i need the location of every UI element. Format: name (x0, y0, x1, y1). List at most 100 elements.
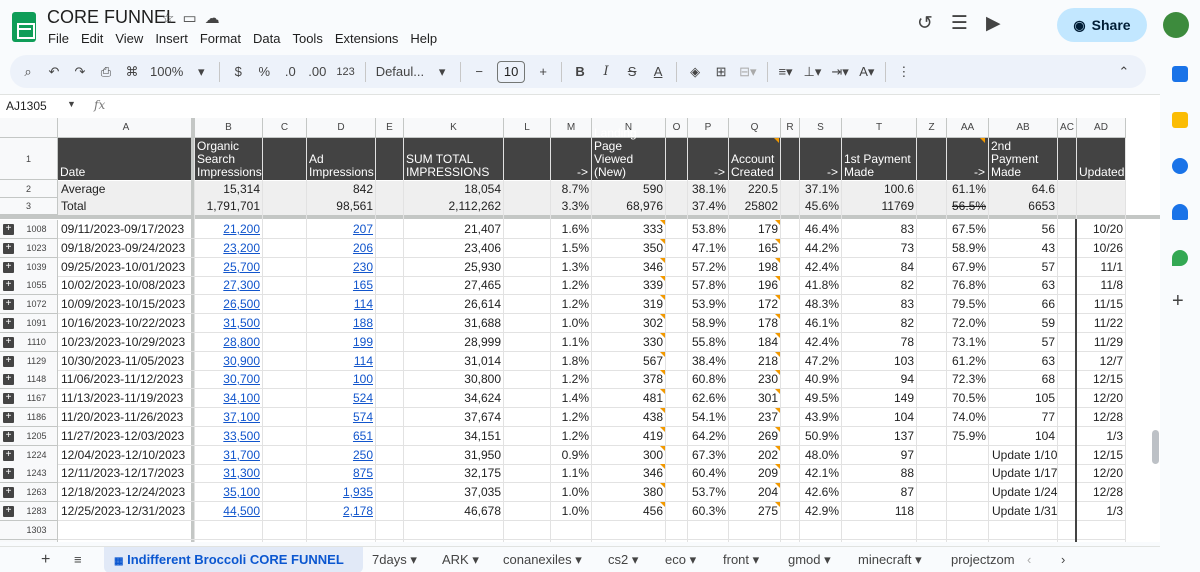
all-sheets-icon[interactable]: ≡ (74, 547, 82, 572)
cell-m[interactable]: 1.2% (551, 428, 592, 445)
tab-minecraft[interactable]: minecraft ▾ (858, 547, 922, 572)
cell-a[interactable]: 11/13/2023-11/19/2023 (58, 390, 195, 407)
cell-q[interactable]: 165 (729, 240, 781, 257)
cell-ab[interactable]: 63 (989, 353, 1058, 370)
cell-k[interactable]: 32,175 (404, 465, 504, 482)
tab-ark[interactable]: ARK ▾ (442, 547, 479, 572)
cell-link[interactable]: 44,500 (223, 504, 260, 518)
sheets-logo-icon[interactable] (12, 12, 36, 42)
cell-t[interactable]: 118 (842, 503, 917, 520)
cell-q[interactable]: 178 (729, 315, 781, 332)
cell-ad[interactable]: 1/3 (1077, 503, 1126, 520)
cell-d[interactable]: 1,935 (307, 484, 376, 501)
cell-ad[interactable]: 12/20 (1077, 390, 1126, 407)
cell-k[interactable]: 31,950 (404, 447, 504, 464)
cell-t[interactable]: 78 (842, 334, 917, 351)
column-header-o[interactable]: O (666, 118, 688, 138)
increase-font-size-icon[interactable]: + (535, 61, 551, 83)
average-cell-d[interactable]: 842 (307, 181, 376, 198)
horizontal-align-icon[interactable]: ≡▾ (778, 61, 794, 83)
cell-ad[interactable]: 12/20 (1077, 465, 1126, 482)
cell-t[interactable]: 84 (842, 259, 917, 276)
cell-t[interactable]: 82 (842, 277, 917, 294)
cell-link[interactable]: 207 (353, 222, 373, 236)
print-icon[interactable]: ⎙ (98, 61, 114, 83)
average-cell-ab[interactable]: 64.6 (989, 181, 1058, 198)
chevron-down-icon[interactable]: ▾ (434, 61, 450, 83)
cell-ab[interactable]: 56 (989, 221, 1058, 238)
header-cell-ad[interactable]: Updated (1077, 138, 1126, 180)
cell-m[interactable]: 0.9% (551, 447, 592, 464)
tab-eco[interactable]: eco ▾ (665, 547, 696, 572)
cell-d[interactable]: 875 (307, 465, 376, 482)
header-cell-c[interactable] (263, 138, 307, 180)
column-header-ab[interactable]: AB (989, 118, 1058, 138)
header-cell-o[interactable] (666, 138, 688, 180)
chevron-down-icon[interactable]: ▼ (67, 99, 76, 109)
cell-s[interactable]: 47.2% (800, 353, 842, 370)
cell-b[interactable]: 25,700 (195, 259, 263, 276)
keep-icon[interactable] (1172, 112, 1188, 128)
cell-link[interactable]: 188 (353, 316, 373, 330)
scroll-tabs-right-icon[interactable]: › (1061, 547, 1065, 572)
cell-ad[interactable]: 11/8 (1077, 277, 1126, 294)
cell-t[interactable]: 73 (842, 240, 917, 257)
menu-edit[interactable]: Edit (81, 30, 111, 47)
cell-q[interactable]: 202 (729, 447, 781, 464)
expand-group-icon[interactable]: + (3, 393, 14, 404)
collapse-toolbar-icon[interactable]: ⌃ (1116, 61, 1132, 83)
cell-b[interactable]: 31,500 (195, 315, 263, 332)
paint-format-icon[interactable]: ⌘ (124, 61, 140, 83)
column-header-e[interactable]: E (376, 118, 404, 138)
currency-format-button[interactable]: $ (230, 61, 246, 83)
header-cell-ac[interactable] (1058, 138, 1077, 180)
cell-ab[interactable]: Update 1/31 (989, 503, 1058, 520)
redo-icon[interactable]: ↷ (72, 61, 88, 83)
cell-d[interactable]: 114 (307, 296, 376, 313)
cell-ad[interactable]: 12/15 (1077, 447, 1126, 464)
increase-decimal-button[interactable]: .00 (308, 61, 326, 83)
column-header-q[interactable]: Q (729, 118, 781, 138)
menu-extensions[interactable]: Extensions (335, 30, 407, 47)
cell-link[interactable]: 250 (353, 448, 373, 462)
expand-group-icon[interactable]: + (3, 374, 14, 385)
cell-ad[interactable]: 11/29 (1077, 334, 1126, 351)
cell-link[interactable]: 651 (353, 429, 373, 443)
average-cell-s[interactable]: 37.1% (800, 181, 842, 198)
cell-n[interactable]: 380 (592, 484, 666, 501)
cell-aa[interactable]: 76.8% (947, 277, 989, 294)
cell-link[interactable]: 230 (353, 260, 373, 274)
cell-d[interactable]: 165 (307, 277, 376, 294)
tasks-icon[interactable] (1172, 158, 1188, 174)
expand-group-icon[interactable]: + (3, 506, 14, 517)
menu-insert[interactable]: Insert (155, 30, 196, 47)
expand-group-icon[interactable]: + (3, 299, 14, 310)
cell-s[interactable]: 42.4% (800, 334, 842, 351)
cell-p[interactable]: 53.7% (688, 484, 729, 501)
cell-link[interactable]: 33,500 (223, 429, 260, 443)
cell-p[interactable]: 53.8% (688, 221, 729, 238)
name-box[interactable]: AJ1305 (6, 99, 47, 113)
cell-b[interactable]: 31,300 (195, 465, 263, 482)
cell-link[interactable]: 27,300 (223, 278, 260, 292)
cell-s[interactable]: 46.4% (800, 221, 842, 238)
merge-cells-icon[interactable]: ⊟▾ (739, 61, 756, 83)
cell-a[interactable]: 12/25/2023-12/31/2023 (58, 503, 195, 520)
column-header-t[interactable]: T (842, 118, 917, 138)
row-header-2[interactable]: 2 (0, 180, 58, 198)
cell-m[interactable]: 1.6% (551, 221, 592, 238)
cell-t[interactable]: 83 (842, 296, 917, 313)
meet-icon[interactable]: ▶ (986, 12, 1001, 35)
total-cell-ab[interactable]: 6653 (989, 198, 1058, 215)
cell-ab[interactable]: Update 1/10 (989, 447, 1058, 464)
borders-icon[interactable]: ⊞ (713, 61, 729, 83)
cell-n[interactable]: 346 (592, 259, 666, 276)
decrease-decimal-button[interactable]: .0 (282, 61, 298, 83)
expand-group-icon[interactable]: + (3, 468, 14, 479)
average-cell-aa[interactable]: 61.1% (947, 181, 989, 198)
cell-t[interactable]: 82 (842, 315, 917, 332)
cell-b[interactable]: 31,700 (195, 447, 263, 464)
cell-k[interactable]: 37,674 (404, 409, 504, 426)
cell-n[interactable]: 378 (592, 371, 666, 388)
cell-aa[interactable]: 74.0% (947, 409, 989, 426)
